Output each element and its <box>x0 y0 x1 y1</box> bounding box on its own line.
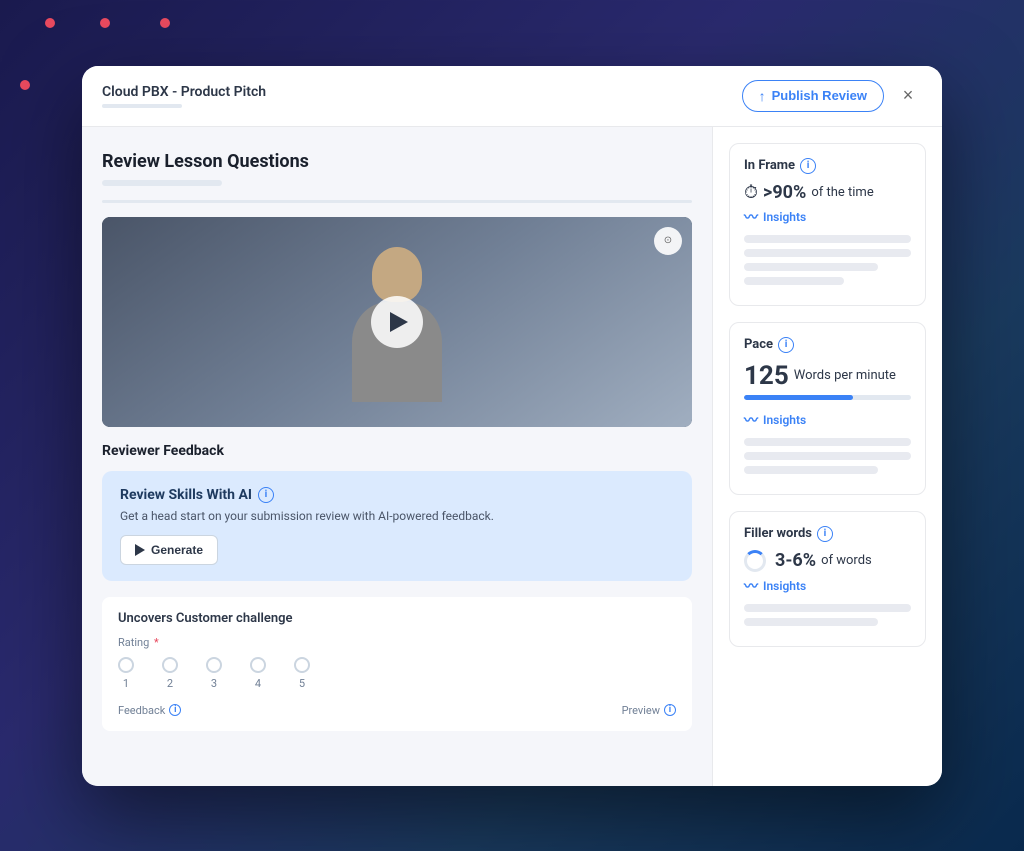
pace-title: Pace i <box>744 337 911 353</box>
filler-loading-icon <box>744 550 766 572</box>
feedback-info-icon: i <box>169 704 181 716</box>
in-frame-section: In Frame i ⏱ >90% of the time 〰 Insights <box>729 143 926 306</box>
rating-circle-2[interactable] <box>162 657 178 673</box>
rating-circle-5[interactable] <box>294 657 310 673</box>
modal-title-area: Cloud PBX - Product Pitch <box>102 84 266 108</box>
rating-label: Rating * <box>118 636 676 649</box>
rating-option-3[interactable]: 3 <box>206 657 222 690</box>
modal-header: Cloud PBX - Product Pitch Publish Review… <box>82 66 942 127</box>
pace-zigzag-icon: 〰 <box>744 410 758 430</box>
rating-number-4: 4 <box>255 677 261 690</box>
in-frame-info-icon: i <box>800 158 816 174</box>
skeleton-4 <box>744 277 844 285</box>
decorative-dot-4 <box>20 80 30 90</box>
pace-bar-fill <box>744 395 853 400</box>
decorative-dot-3 <box>160 18 170 28</box>
ai-review-panel: Review Skills With AI i Get a head start… <box>102 471 692 581</box>
filler-words-section: Filler words i 3-6% of words 〰 Insights <box>729 511 926 647</box>
right-panel: In Frame i ⏱ >90% of the time 〰 Insights <box>712 127 942 786</box>
decorative-dot-1 <box>45 18 55 28</box>
video-player[interactable]: ⊙ <box>102 217 692 427</box>
rating-option-1[interactable]: 1 <box>118 657 134 690</box>
rating-number-5: 5 <box>299 677 305 690</box>
pace-skeleton-3 <box>744 466 878 474</box>
pace-skeleton-2 <box>744 452 911 460</box>
required-star: * <box>154 636 159 649</box>
ai-review-title-text: Review Skills With AI <box>120 487 252 503</box>
rating-option-2[interactable]: 2 <box>162 657 178 690</box>
main-modal: Cloud PBX - Product Pitch Publish Review… <box>82 66 942 786</box>
generate-btn-label: Generate <box>151 543 203 557</box>
filler-skeleton-2 <box>744 618 878 626</box>
reviewer-feedback-label: Reviewer Feedback <box>102 443 692 459</box>
modal-progress-bar <box>102 104 182 108</box>
filler-words-value: 3-6% of words <box>744 550 911 572</box>
filler-words-title: Filler words i <box>744 526 911 542</box>
question-card: Uncovers Customer challenge Rating * 1 2 <box>102 597 692 731</box>
close-button[interactable]: × <box>894 82 922 110</box>
question-title: Uncovers Customer challenge <box>118 611 676 626</box>
in-frame-zigzag-icon: 〰 <box>744 207 758 227</box>
skeleton-3 <box>744 263 878 271</box>
rating-number-1: 1 <box>123 677 129 690</box>
rating-circle-4[interactable] <box>250 657 266 673</box>
pace-info-icon: i <box>778 337 794 353</box>
modal-body: Review Lesson Questions ⊙ Reviewer Feedb… <box>82 127 942 786</box>
rating-option-4[interactable]: 4 <box>250 657 266 690</box>
rating-number-2: 2 <box>167 677 173 690</box>
play-icon <box>390 312 408 332</box>
rating-circle-3[interactable] <box>206 657 222 673</box>
in-frame-insights-link[interactable]: 〰 Insights <box>744 207 911 227</box>
preview-info-icon: i <box>664 704 676 716</box>
left-panel: Review Lesson Questions ⊙ Reviewer Feedb… <box>82 127 712 786</box>
pace-bar-container <box>744 395 911 400</box>
pace-value: 125 Words per minute <box>744 361 911 391</box>
filler-skeleton-1 <box>744 604 911 612</box>
person-head <box>372 247 422 302</box>
skeleton-1 <box>744 235 911 243</box>
header-actions: Publish Review × <box>742 80 922 112</box>
section-subtitle-bar <box>102 180 222 186</box>
in-frame-value: ⏱ >90% of the time <box>744 182 911 203</box>
ai-info-icon: i <box>258 487 274 503</box>
decorative-dot-2 <box>100 18 110 28</box>
progress-line <box>102 200 692 203</box>
preview-label: Preview i <box>622 704 676 717</box>
pace-section: Pace i 125 Words per minute 〰 Insights <box>729 322 926 495</box>
pace-skeleton-1 <box>744 438 911 446</box>
filler-zigzag-icon: 〰 <box>744 576 758 596</box>
generate-play-icon <box>135 544 145 556</box>
in-frame-title: In Frame i <box>744 158 911 174</box>
publish-review-button[interactable]: Publish Review <box>742 80 884 112</box>
filler-info-icon: i <box>817 526 833 542</box>
filler-insights-link[interactable]: 〰 Insights <box>744 576 911 596</box>
pace-insights-link[interactable]: 〰 Insights <box>744 410 911 430</box>
generate-button[interactable]: Generate <box>120 535 218 565</box>
modal-title: Cloud PBX - Product Pitch <box>102 84 266 100</box>
play-button[interactable] <box>371 296 423 348</box>
rating-option-5[interactable]: 5 <box>294 657 310 690</box>
rating-row: 1 2 3 4 5 <box>118 657 676 690</box>
card-footer: Feedback i Preview i <box>118 704 676 717</box>
rating-number-3: 3 <box>211 677 217 690</box>
ai-review-description: Get a head start on your submission revi… <box>120 509 674 523</box>
section-title: Review Lesson Questions <box>102 151 692 172</box>
ai-review-title: Review Skills With AI i <box>120 487 674 503</box>
rating-circle-1[interactable] <box>118 657 134 673</box>
video-corner-button[interactable]: ⊙ <box>654 227 682 255</box>
skeleton-2 <box>744 249 911 257</box>
feedback-label: Feedback i <box>118 704 181 717</box>
